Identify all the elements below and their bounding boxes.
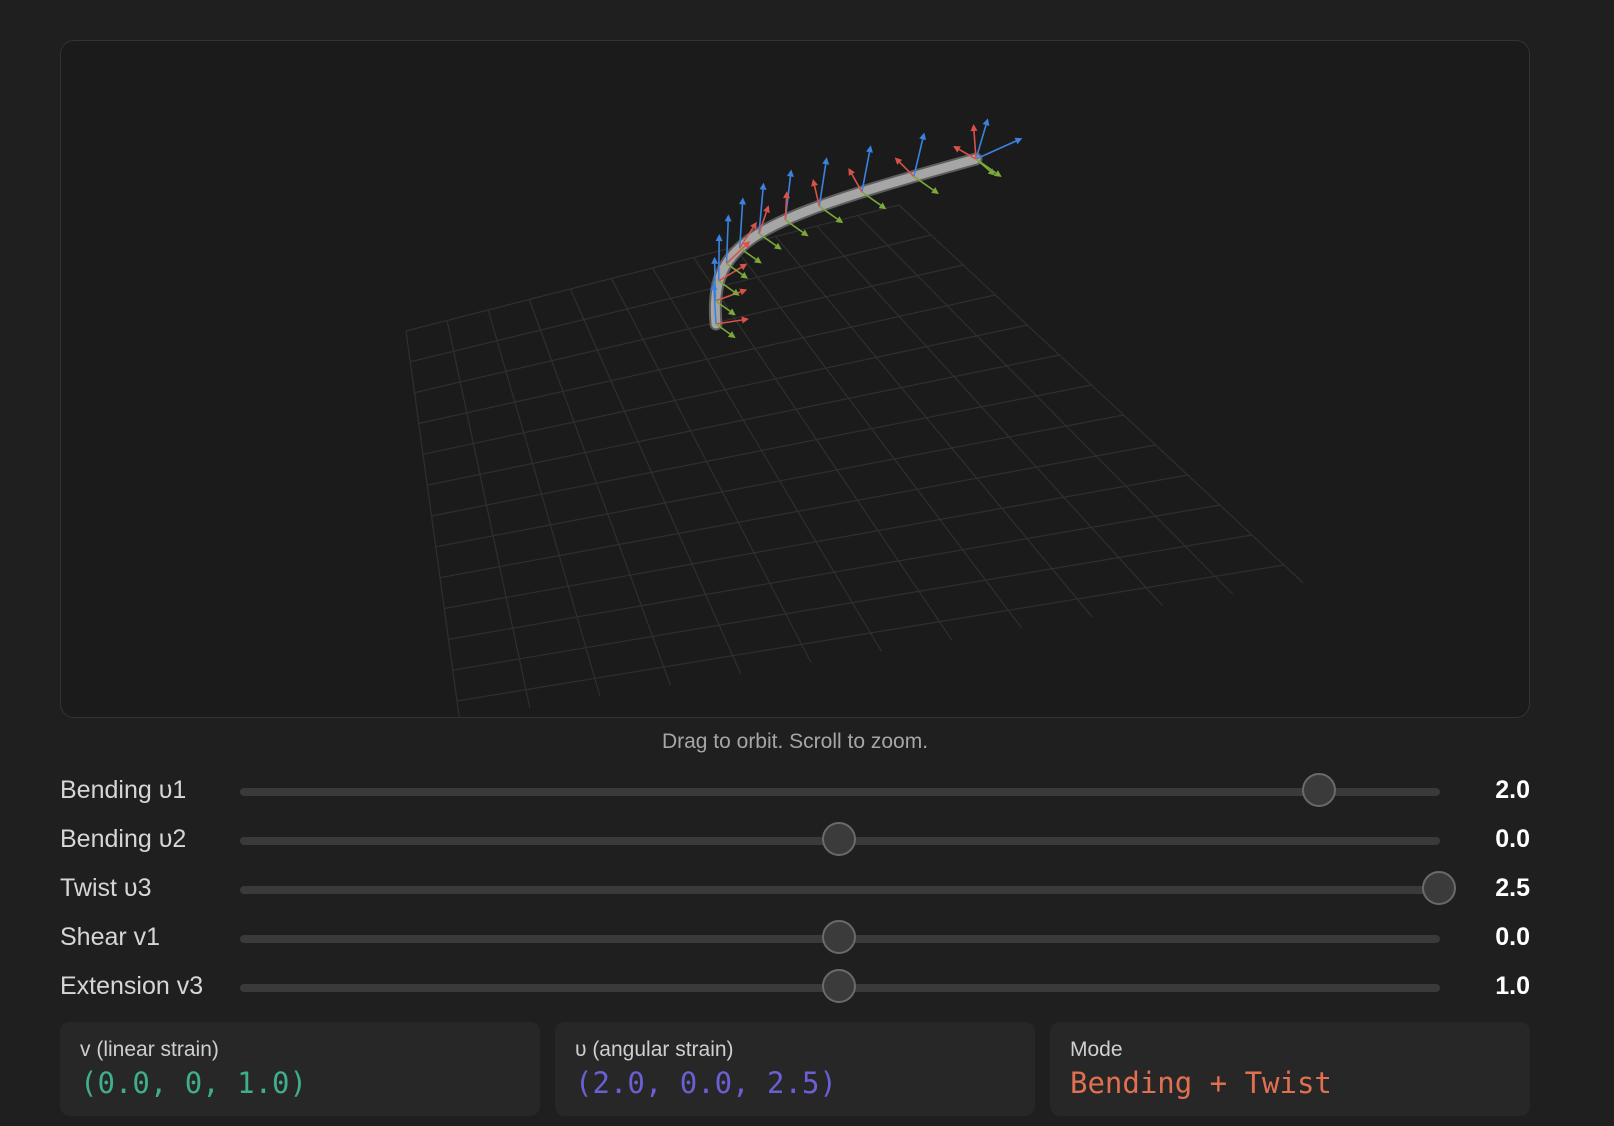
frame-d2-arrow [784, 219, 809, 237]
mode-label: Mode [1070, 1038, 1123, 1061]
slider-value-twist-u3: 2.5 [1495, 874, 1530, 902]
slider-thumb-twist-u3[interactable] [1422, 871, 1456, 905]
frame-d2-arrow [739, 247, 762, 264]
grid-line [857, 215, 1234, 595]
slider-row-shear-v1: Shear v1 0.0 [60, 917, 1530, 957]
grid-line [487, 309, 601, 697]
angular-strain-card: υ (angular strain) (2.0, 0.0, 2.5) [555, 1022, 1035, 1116]
linear-strain-label: v (linear strain) [80, 1038, 219, 1061]
grid-line [693, 257, 953, 641]
linear-strain-value: (0.0, 0, 1.0) [80, 1066, 307, 1100]
slider-thumb-bending-u1[interactable] [1302, 773, 1336, 807]
grid-line [651, 267, 882, 652]
slider-value-shear-v1: 0.0 [1495, 923, 1530, 951]
slider-row-bending-u1: Bending υ1 2.0 [60, 770, 1530, 810]
cosserat-rod [708, 152, 983, 331]
slider-label-twist-u3: Twist υ3 [60, 874, 152, 902]
slider-value-extension-v3: 1.0 [1495, 972, 1530, 1000]
rod-scene[interactable] [61, 41, 1530, 718]
slider-track-twist-u3[interactable] [240, 871, 1456, 905]
grid-line [734, 246, 1023, 629]
linear-strain-card: v (linear strain) (0.0, 0, 1.0) [60, 1022, 540, 1116]
grid-line [898, 204, 1304, 584]
slider-value-bending-u1: 2.0 [1495, 776, 1530, 804]
angular-strain-label: υ (angular strain) [575, 1038, 734, 1061]
angular-strain-value: (2.0, 0.0, 2.5) [575, 1066, 837, 1100]
grid-line [439, 444, 1156, 579]
grid-line [456, 564, 1285, 702]
slider-track-shear-v1[interactable] [240, 920, 1440, 954]
slider-value-bending-u2: 0.0 [1495, 825, 1530, 853]
3d-viewport[interactable] [60, 40, 1530, 718]
viewport-hint: Drag to orbit. Scroll to zoom. [661, 730, 929, 753]
mode-card: Mode Bending + Twist [1050, 1022, 1530, 1116]
grid-line [446, 320, 531, 709]
slider-track-bending-u1[interactable] [240, 773, 1440, 807]
frame-d3-arrow [975, 118, 990, 160]
slider-label-extension-v3: Extension v3 [60, 972, 204, 1000]
end-d2-arrow [975, 158, 996, 176]
rod-body [710, 154, 981, 329]
slider-label-shear-v1: Shear v1 [60, 923, 161, 951]
slider-thumb-extension-v3[interactable] [822, 969, 856, 1003]
slider-thumb-bending-u2[interactable] [822, 822, 856, 856]
slider-label-bending-u2: Bending υ2 [60, 825, 187, 853]
slider-track-bending-u2[interactable] [240, 822, 1440, 856]
end-d3-arrow [975, 137, 1023, 160]
grid-line [775, 236, 1093, 618]
slider-track-extension-v3[interactable] [240, 969, 1440, 1003]
grid-line [816, 225, 1164, 607]
slider-row-bending-u2: Bending υ2 0.0 [60, 819, 1530, 859]
grid-line [435, 414, 1124, 548]
slider-row-twist-u3: Twist υ3 2.5 [60, 868, 1530, 908]
slider-label-bending-u1: Bending υ1 [60, 776, 187, 804]
grid-line [405, 330, 460, 717]
slider-row-extension-v3: Extension v3 1.0 [60, 966, 1530, 1006]
ground-grid [405, 204, 1304, 717]
frame-d2-arrow [715, 323, 736, 339]
mode-value: Bending + Twist [1070, 1066, 1332, 1100]
slider-thumb-shear-v1[interactable] [822, 920, 856, 954]
